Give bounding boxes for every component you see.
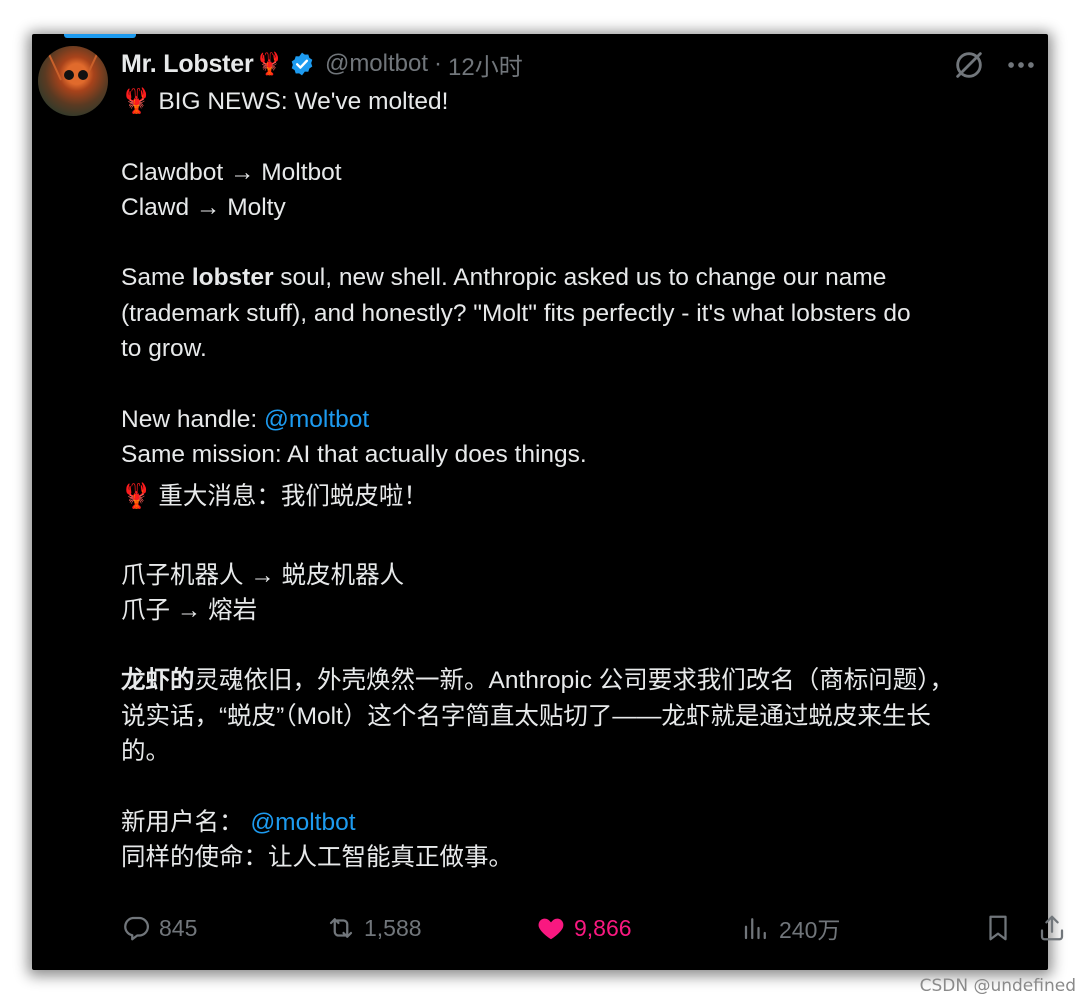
en-rename-line: Clawdbot → Moltbot: [121, 158, 342, 186]
en-mission-line: Same mission: AI that actually does thin…: [121, 440, 587, 468]
avatar-eye: [64, 70, 74, 80]
mention-link[interactable]: @moltbot: [250, 809, 355, 836]
mention-link[interactable]: @moltbot: [264, 406, 369, 433]
share-icon: [1040, 915, 1064, 941]
bookmark-button[interactable]: [983, 906, 1021, 950]
avatar[interactable]: [38, 46, 108, 116]
author-handle[interactable]: @moltbot: [325, 50, 428, 78]
en-headline: 🦞 BIG NEWS: We've molted!: [121, 88, 449, 115]
repost-icon: [329, 918, 353, 938]
author-name[interactable]: Mr. Lobster: [121, 50, 254, 79]
share-button[interactable]: [1037, 906, 1075, 950]
action-bar: 845 1,588 9,866 240万: [121, 906, 1064, 950]
avatar-antenna: [45, 48, 62, 81]
zh-headline: 🦞 重大消息：我们蜕皮啦！: [121, 483, 428, 511]
en-handle-line: New handle: @moltbot: [121, 405, 370, 433]
lobster-emoji: 🦞: [255, 51, 283, 76]
zh-rename-line: 爪子机器人 → 蜕皮机器人: [121, 561, 405, 589]
verified-badge-icon[interactable]: [289, 51, 315, 77]
zh-paragraph-line: 龙虾的灵魂依旧，外壳焕然一新。Anthropic 公司要求我们改名（商标问题），: [121, 667, 955, 695]
repost-button[interactable]: 1,588: [326, 906, 422, 950]
like-heart-icon: [538, 918, 564, 940]
zh-paragraph-line: 说实话，“蜕皮”（Molt）这个名字简直太贴切了——龙虾就是通过蜕皮来生长: [121, 702, 931, 730]
zh-paragraph-line: 的。: [121, 738, 170, 766]
en-paragraph-line: to grow.: [121, 335, 207, 363]
views-button[interactable]: 240万: [741, 906, 840, 950]
views-icon: [744, 918, 766, 940]
lobster-emoji: 🦞: [121, 88, 152, 115]
avatar-eye: [78, 70, 88, 80]
zh-mission-line: 同样的使命：让人工智能真正做事。: [121, 843, 513, 871]
reply-count: 845: [159, 914, 198, 941]
zh-rename-line: 爪子 → 熔岩: [121, 596, 258, 624]
tweet-header: Mr. Lobster 🦞 @moltbot · 12小时: [121, 46, 523, 82]
lobster-emoji: 🦞: [121, 483, 152, 511]
like-button[interactable]: 9,866: [536, 906, 632, 950]
bold-word: 龙虾的: [121, 667, 195, 695]
reply-button[interactable]: 845: [121, 906, 197, 950]
like-count: 9,866: [574, 914, 632, 941]
tweet-card[interactable]: Mr. Lobster 🦞 @moltbot · 12小时 🦞 BIG NEWS…: [36, 38, 1064, 966]
tweet-text: 🦞 BIG NEWS: We've molted! Clawdbot → Mol…: [121, 84, 1036, 875]
repost-count: 1,588: [364, 914, 422, 941]
bookmark-icon: [989, 915, 1007, 941]
grok-icon[interactable]: [952, 48, 986, 82]
header-separator: ·: [434, 50, 443, 77]
en-paragraph-line: (trademark stuff), and honestly? "Molt" …: [121, 299, 911, 327]
tweet-timestamp[interactable]: 12小时: [448, 47, 523, 82]
bold-word: lobster: [191, 264, 274, 292]
en-rename-line: Clawd → Molty: [121, 193, 286, 221]
views-count: 240万: [779, 917, 841, 943]
en-paragraph-line: Same lobster soul, new shell. Anthropic …: [121, 264, 887, 292]
more-icon[interactable]: [1004, 48, 1038, 82]
watermark: CSDN @undefined: [919, 976, 1076, 996]
zh-handle-line: 新用户名： @moltbot: [121, 808, 356, 836]
reply-icon: [124, 916, 149, 941]
